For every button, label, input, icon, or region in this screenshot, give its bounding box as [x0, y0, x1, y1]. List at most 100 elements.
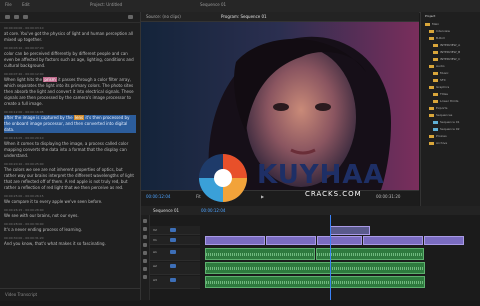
folder-icon	[433, 43, 438, 47]
search-icon[interactable]	[5, 15, 10, 19]
waveform	[206, 253, 314, 256]
video-clip[interactable]	[363, 236, 423, 245]
project-item-label: Sequence 02	[440, 127, 460, 131]
video-clip[interactable]	[424, 236, 464, 245]
toggle-track-icon[interactable]	[170, 228, 176, 232]
mute-icon[interactable]	[170, 264, 176, 268]
project-item[interactable]: Exports	[429, 106, 447, 111]
project-item-label: Audio	[436, 64, 445, 68]
hand-tool-icon[interactable]	[143, 267, 147, 271]
track-header-a1[interactable]: A1	[150, 248, 200, 261]
project-item[interactable]: Music	[433, 71, 449, 76]
type-tool-icon[interactable]	[143, 275, 147, 279]
transcript-segment[interactable]: 00:00:07:20 - 00:00:12:00 When light hit…	[0, 72, 140, 107]
highlighted-word[interactable]: lens	[73, 115, 85, 120]
project-item[interactable]: Titles	[433, 92, 448, 97]
project-item-label: Archive	[436, 141, 448, 145]
folder-icon	[429, 113, 434, 117]
more-icon[interactable]	[128, 15, 133, 19]
track-label: A1	[153, 250, 157, 254]
project-item[interactable]: INTERVIEW_C	[433, 57, 460, 62]
video-clip[interactable]	[205, 236, 265, 245]
transcript-segment[interactable]: 00:00:25:00 - 00:00:26:15 We compare it …	[0, 194, 140, 205]
project-item[interactable]: Graphics	[429, 85, 449, 90]
folder-icon	[429, 134, 434, 138]
audio-clip[interactable]	[316, 248, 424, 260]
track-header-v2[interactable]: V2	[150, 226, 200, 235]
folder-icon	[429, 85, 434, 89]
project-item[interactable]: Sequence 02	[433, 127, 460, 132]
tab-sequence[interactable]: Sequence 01	[200, 2, 226, 7]
track-header-a2[interactable]: A2	[150, 262, 200, 275]
project-item[interactable]: INTERVIEW_A	[433, 43, 460, 48]
slip-tool-icon[interactable]	[143, 251, 147, 255]
settings-icon[interactable]	[23, 15, 28, 19]
playhead[interactable]	[330, 215, 331, 300]
track-label: A3	[153, 278, 157, 282]
tab-source[interactable]: Source: (no clips)	[146, 14, 181, 19]
video-clip[interactable]	[317, 236, 362, 245]
menu-edit[interactable]: Edit	[22, 2, 30, 7]
project-item[interactable]: Main	[425, 22, 439, 27]
track-header-a3[interactable]: A3	[150, 276, 200, 289]
mute-icon[interactable]	[170, 250, 176, 254]
project-item[interactable]: Audio	[429, 64, 445, 69]
segment-text: When it comes to displaying the image, a…	[4, 141, 129, 158]
transcript-segment[interactable]: 00:00:30:00 - 00:00:31:20 And you know, …	[0, 236, 140, 247]
video-clip[interactable]	[266, 236, 316, 245]
watermark-title: KUYHAA	[257, 160, 385, 190]
project-item[interactable]: INTERVIEW_B	[433, 50, 460, 55]
razor-tool-icon[interactable]	[143, 243, 147, 247]
audio-clip[interactable]	[205, 262, 425, 274]
audio-clip[interactable]	[205, 276, 425, 288]
folder-icon	[429, 64, 434, 68]
menu-file[interactable]: File	[5, 2, 12, 7]
folder-icon	[433, 50, 438, 54]
transcript-segment[interactable]: 00:00:00:00 - 00:00:03:10 at core. You'v…	[0, 26, 140, 43]
folder-icon	[425, 22, 430, 26]
transcript-segment-selected[interactable]: 00:00:12:00 - 00:00:16:05 after the imag…	[0, 110, 140, 133]
selection-tool-icon[interactable]	[143, 219, 147, 223]
timeline-title[interactable]: Sequence 01	[153, 208, 179, 213]
track-label: V2	[153, 228, 157, 232]
project-item-label: Sequences	[436, 113, 453, 117]
transcript-segment[interactable]: 00:00:26:15 - 00:00:28:00 We see with ou…	[0, 208, 140, 219]
project-item[interactable]: Proxies	[429, 134, 447, 139]
transcript-segment[interactable]: 00:00:28:00 - 00:00:30:00 It's a never e…	[0, 222, 140, 233]
folder-icon	[433, 99, 438, 103]
folder-icon	[433, 57, 438, 61]
folder-icon	[433, 71, 438, 75]
mute-icon[interactable]	[170, 278, 176, 282]
project-item[interactable]: Lower thirds	[433, 99, 459, 104]
project-item-label: INTERVIEW_A	[440, 43, 461, 47]
tab-project[interactable]: Project: Untitled	[90, 2, 122, 7]
audio-clip[interactable]	[205, 248, 315, 260]
toggle-track-icon[interactable]	[170, 238, 176, 242]
transcript-segment[interactable]: 00:00:20:10 - 00:00:25:00 The colors we …	[0, 162, 140, 191]
transcript-segment[interactable]: 00:00:16:05 - 00:00:20:10 When it comes …	[0, 136, 140, 159]
program-timecode[interactable]: 00:00:12:04	[146, 194, 170, 199]
pen-tool-icon[interactable]	[143, 259, 147, 263]
project-panel: Project Main Interview B-Roll INTERVIEW_…	[420, 12, 480, 222]
segment-text-part: When light hits the	[4, 77, 44, 82]
project-item[interactable]: Archive	[429, 141, 447, 146]
folder-icon	[433, 78, 438, 82]
project-item[interactable]: B-Roll	[429, 36, 445, 41]
track-header-v1[interactable]: V1	[150, 236, 200, 245]
waveform	[206, 281, 424, 284]
project-item[interactable]: Sequences	[429, 113, 452, 118]
project-item-label: Exports	[436, 106, 448, 110]
ripple-edit-icon[interactable]	[143, 235, 147, 239]
track-select-icon[interactable]	[143, 227, 147, 231]
caption-icon[interactable]	[14, 15, 19, 19]
sequence-icon	[433, 120, 438, 124]
video-clip[interactable]	[330, 226, 370, 235]
tab-program[interactable]: Program: Sequence 01	[221, 14, 267, 19]
transcript-segment[interactable]: 00:00:03:10 - 00:00:07:20 color can be p…	[0, 46, 140, 69]
project-item[interactable]: SFX	[433, 78, 446, 83]
project-item[interactable]: Sequence 01	[433, 120, 460, 125]
project-item-label: Graphics	[436, 85, 450, 89]
project-item-label: INTERVIEW_C	[440, 57, 461, 61]
project-item[interactable]: Interview	[429, 29, 450, 34]
highlighted-word[interactable]: prism	[43, 77, 57, 82]
